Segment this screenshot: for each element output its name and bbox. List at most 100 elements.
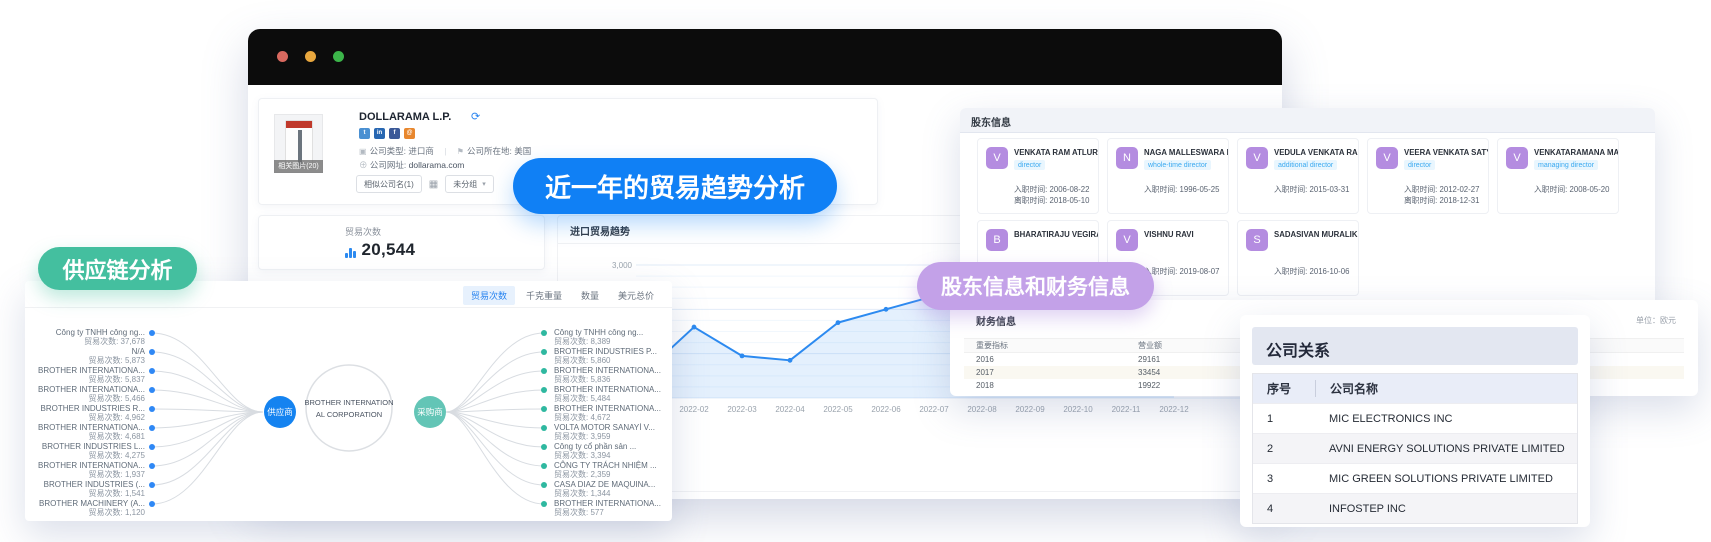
buyer-node-dot[interactable] bbox=[541, 349, 547, 355]
supplier-node-dot[interactable] bbox=[149, 444, 155, 450]
buyer-item-1[interactable]: Công ty TNHH công ng...贸易次数: 8,389 bbox=[541, 328, 643, 346]
buyer-node-dot[interactable] bbox=[541, 387, 547, 393]
buyer-item-5[interactable]: BROTHER INTERNATIONA...贸易次数: 4,672 bbox=[541, 404, 661, 422]
relations-row-3[interactable]: 3MIC GREEN SOLUTIONS PRIVATE LIMITED bbox=[1253, 463, 1577, 493]
shareholder-name: VEERA VENKATA SATYA... bbox=[1404, 148, 1488, 157]
supplier-item-8[interactable]: BROTHER INTERNATIONA...贸易次数: 1,937 bbox=[38, 461, 155, 479]
email-icon[interactable]: @ bbox=[404, 128, 415, 139]
buyer-node-dot[interactable] bbox=[541, 330, 547, 336]
buyer-node-dot[interactable] bbox=[541, 406, 547, 412]
shareholder-card-2[interactable]: NNAGA MALLESWARA R...whole-time director… bbox=[1107, 138, 1229, 214]
buyer-node-dot[interactable] bbox=[541, 501, 547, 507]
supplier-item-5[interactable]: BROTHER INDUSTRIES R...贸易次数: 4,962 bbox=[41, 404, 155, 422]
buyer-item-6[interactable]: VOLTA MOTOR SANAYİ V...贸易次数: 3,959 bbox=[541, 423, 655, 441]
supplier-node-dot[interactable] bbox=[149, 349, 155, 355]
shareholder-card-8[interactable]: SSADASIVAN MURALIKR...入职时间: 2016-10-06 bbox=[1237, 220, 1359, 296]
trend-point-2022-03[interactable] bbox=[740, 353, 745, 358]
shareholder-date-line: 入职时间: 2006-08-22 bbox=[1014, 184, 1089, 195]
trend-point-2022-06[interactable] bbox=[884, 307, 889, 312]
shareholder-card-4[interactable]: VVEERA VENKATA SATYA...director入职时间: 201… bbox=[1367, 138, 1489, 214]
supplier-node-dot[interactable] bbox=[149, 368, 155, 374]
buyer-node-dot[interactable] bbox=[541, 425, 547, 431]
buyer-node-dot[interactable] bbox=[541, 463, 547, 469]
company-location-label: 公司所在地: bbox=[467, 146, 512, 156]
shareholder-avatar: V bbox=[1376, 147, 1398, 169]
twitter-icon[interactable]: t bbox=[359, 128, 370, 139]
company-type-icon: ▣ bbox=[359, 147, 367, 156]
company-type-value: 进口商 bbox=[408, 146, 434, 156]
supplier-node-dot[interactable] bbox=[149, 482, 155, 488]
buyer-node-dot[interactable] bbox=[541, 444, 547, 450]
relations-index-cell: 2 bbox=[1253, 443, 1315, 455]
company-name: DOLLARAMA L.P. bbox=[359, 111, 451, 123]
shareholder-card-5[interactable]: VVENKATARAMANA MAG...managing director入职… bbox=[1497, 138, 1619, 214]
company-website-line: ⊕ 公司网址: dollarama.com bbox=[359, 159, 464, 171]
buyer-item-4[interactable]: BROTHER INTERNATIONA...贸易次数: 5,484 bbox=[541, 385, 661, 403]
shareholder-panel-title: 股东信息 bbox=[971, 114, 1011, 129]
maximize-window-icon[interactable] bbox=[333, 51, 344, 62]
buyer-node-dot[interactable] bbox=[541, 368, 547, 374]
supply-tab-3[interactable]: 数量 bbox=[573, 286, 607, 305]
trend-point-2022-05[interactable] bbox=[836, 320, 841, 325]
group-select[interactable]: 未分组 ▾ bbox=[445, 175, 494, 193]
shareholder-card-3[interactable]: VVEDULA VENKATA RAM...additional directo… bbox=[1237, 138, 1359, 214]
relations-row-1[interactable]: 1MIC ELECTRONICS INC bbox=[1253, 403, 1577, 433]
shareholder-role-badge: director bbox=[1014, 160, 1045, 170]
relations-table-header: 序号公司名称 bbox=[1253, 374, 1577, 403]
buyer-item-2[interactable]: BROTHER INDUSTRIES P...贸易次数: 5,860 bbox=[541, 347, 657, 365]
import-trend-title: 进口贸易趋势 bbox=[570, 223, 630, 238]
refresh-icon[interactable]: ⟳ bbox=[471, 110, 480, 123]
supply-chain-tabs-divider bbox=[25, 307, 672, 308]
relations-table: 序号公司名称1MIC ELECTRONICS INC2AVNI ENERGY S… bbox=[1252, 373, 1578, 524]
relations-name-cell: MIC ELECTRONICS INC bbox=[1315, 413, 1577, 425]
supply-tab-2[interactable]: 千克重量 bbox=[518, 286, 570, 305]
trend-point-2022-04[interactable] bbox=[788, 358, 793, 363]
svg-text:BROTHER INTERNATIONA...: BROTHER INTERNATIONA... bbox=[38, 366, 145, 375]
supplier-node-dot[interactable] bbox=[149, 425, 155, 431]
shareholder-date-line: 入职时间: 2016-10-06 bbox=[1274, 266, 1349, 277]
svg-text:贸易次数: 1,344: 贸易次数: 1,344 bbox=[554, 488, 611, 498]
supplier-item-1[interactable]: Công ty TNHH công ng...贸易次数: 37,678 bbox=[56, 328, 155, 346]
copy-list-icon[interactable]: ▦ bbox=[429, 179, 438, 190]
svg-text:CASA DIAZ DE MAQUINA...: CASA DIAZ DE MAQUINA... bbox=[554, 480, 655, 489]
similar-company-select[interactable]: 相似公司名(1) bbox=[356, 175, 422, 193]
linkedin-icon[interactable]: in bbox=[374, 128, 385, 139]
website-value[interactable]: dollarama.com bbox=[409, 160, 465, 170]
y-axis-tick: 3,000 bbox=[612, 261, 633, 270]
trend-point-2022-02[interactable] bbox=[692, 325, 697, 330]
supplier-item-7[interactable]: BROTHER INDUSTRIES L...贸易次数: 4,275 bbox=[42, 442, 155, 460]
x-axis-label: 2022-06 bbox=[871, 405, 901, 414]
supplier-item-6[interactable]: BROTHER INTERNATIONA...贸易次数: 4,681 bbox=[38, 423, 155, 441]
shareholder-avatar: N bbox=[1116, 147, 1138, 169]
buyer-item-3[interactable]: BROTHER INTERNATIONA...贸易次数: 5,836 bbox=[541, 366, 661, 384]
close-window-icon[interactable] bbox=[277, 51, 288, 62]
shareholder-date-line: 入职时间: 2008-05-20 bbox=[1534, 184, 1609, 195]
supplier-node-dot[interactable] bbox=[149, 330, 155, 336]
buyer-item-10[interactable]: BROTHER INTERNATIONA...贸易次数: 577 bbox=[541, 499, 661, 517]
supply-tab-1[interactable]: 贸易次数 bbox=[463, 286, 515, 305]
company-node-circle[interactable] bbox=[306, 365, 392, 451]
shareholder-role-badge: additional director bbox=[1274, 160, 1337, 170]
supplier-node-dot[interactable] bbox=[149, 387, 155, 393]
supplier-item-10[interactable]: BROTHER MACHINERY (A...贸易次数: 1,120 bbox=[39, 499, 155, 517]
supplier-node-dot[interactable] bbox=[149, 501, 155, 507]
supplier-item-2[interactable]: N/A贸易次数: 5,873 bbox=[89, 347, 155, 365]
minimize-window-icon[interactable] bbox=[305, 51, 316, 62]
x-axis-label: 2022-09 bbox=[1015, 405, 1045, 414]
relations-row-4[interactable]: 4INFOSTEP INC bbox=[1253, 493, 1577, 523]
relations-row-2[interactable]: 2AVNI ENERGY SOLUTIONS PRIVATE LIMITED bbox=[1253, 433, 1577, 463]
shareholder-avatar: V bbox=[1506, 147, 1528, 169]
supplier-item-4[interactable]: BROTHER INTERNATIONA...贸易次数: 5,466 bbox=[38, 385, 155, 403]
supply-tab-4[interactable]: 美元总价 bbox=[610, 286, 662, 305]
buyer-item-8[interactable]: CÔNG TY TRÁCH NHIỆM ...贸易次数: 2,359 bbox=[541, 461, 657, 479]
shareholder-date-line: 离职时间: 2018-12-31 bbox=[1404, 195, 1479, 206]
facebook-icon[interactable]: f bbox=[389, 128, 400, 139]
supplier-item-9[interactable]: BROTHER INDUSTRIES (...贸易次数: 1,541 bbox=[44, 480, 155, 498]
shareholder-card-1[interactable]: VVENKATA RAM ATLURIdirector入职时间: 2006-08… bbox=[977, 138, 1099, 214]
supplier-node-dot[interactable] bbox=[149, 406, 155, 412]
supplier-item-3[interactable]: BROTHER INTERNATIONA...贸易次数: 5,837 bbox=[38, 366, 155, 384]
buyer-item-9[interactable]: CASA DIAZ DE MAQUINA...贸易次数: 1,344 bbox=[541, 480, 655, 498]
supplier-node-dot[interactable] bbox=[149, 463, 155, 469]
buyer-item-7[interactable]: Công ty cổ phần sản ...贸易次数: 3,394 bbox=[541, 442, 636, 460]
buyer-node-dot[interactable] bbox=[541, 482, 547, 488]
